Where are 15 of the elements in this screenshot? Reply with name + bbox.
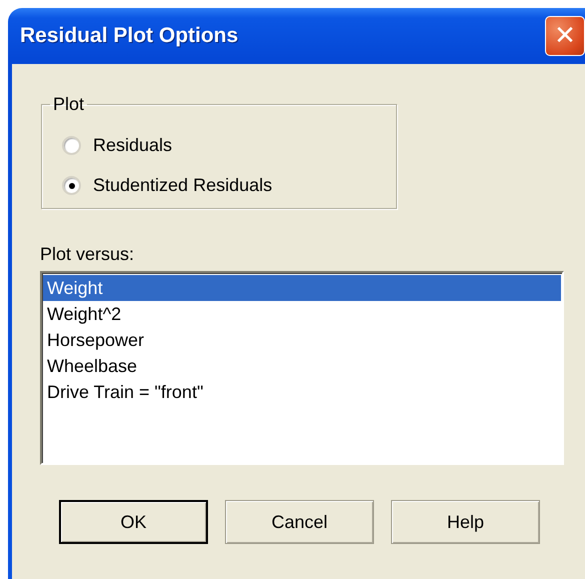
window-title: Residual Plot Options <box>20 24 238 48</box>
list-item[interactable]: Wheelbase <box>43 353 561 379</box>
radio-button[interactable] <box>62 176 81 195</box>
dialog-button[interactable]: Cancel <box>225 500 374 544</box>
dialog-button[interactable]: Help <box>391 500 540 544</box>
list-item[interactable]: Horsepower <box>43 327 561 353</box>
group-label: Plot <box>52 94 86 115</box>
list-label: Plot versus: <box>40 244 136 265</box>
list-item[interactable]: Weight <box>43 275 561 301</box>
dialog-button[interactable]: OK <box>59 500 208 544</box>
radio-label[interactable]: Residuals <box>93 135 172 156</box>
radio-button[interactable] <box>62 136 81 155</box>
list-item[interactable]: Weight^2 <box>43 301 561 327</box>
list-item[interactable]: Drive Train = "front" <box>43 379 561 405</box>
radio-label[interactable]: Studentized Residuals <box>93 175 272 196</box>
